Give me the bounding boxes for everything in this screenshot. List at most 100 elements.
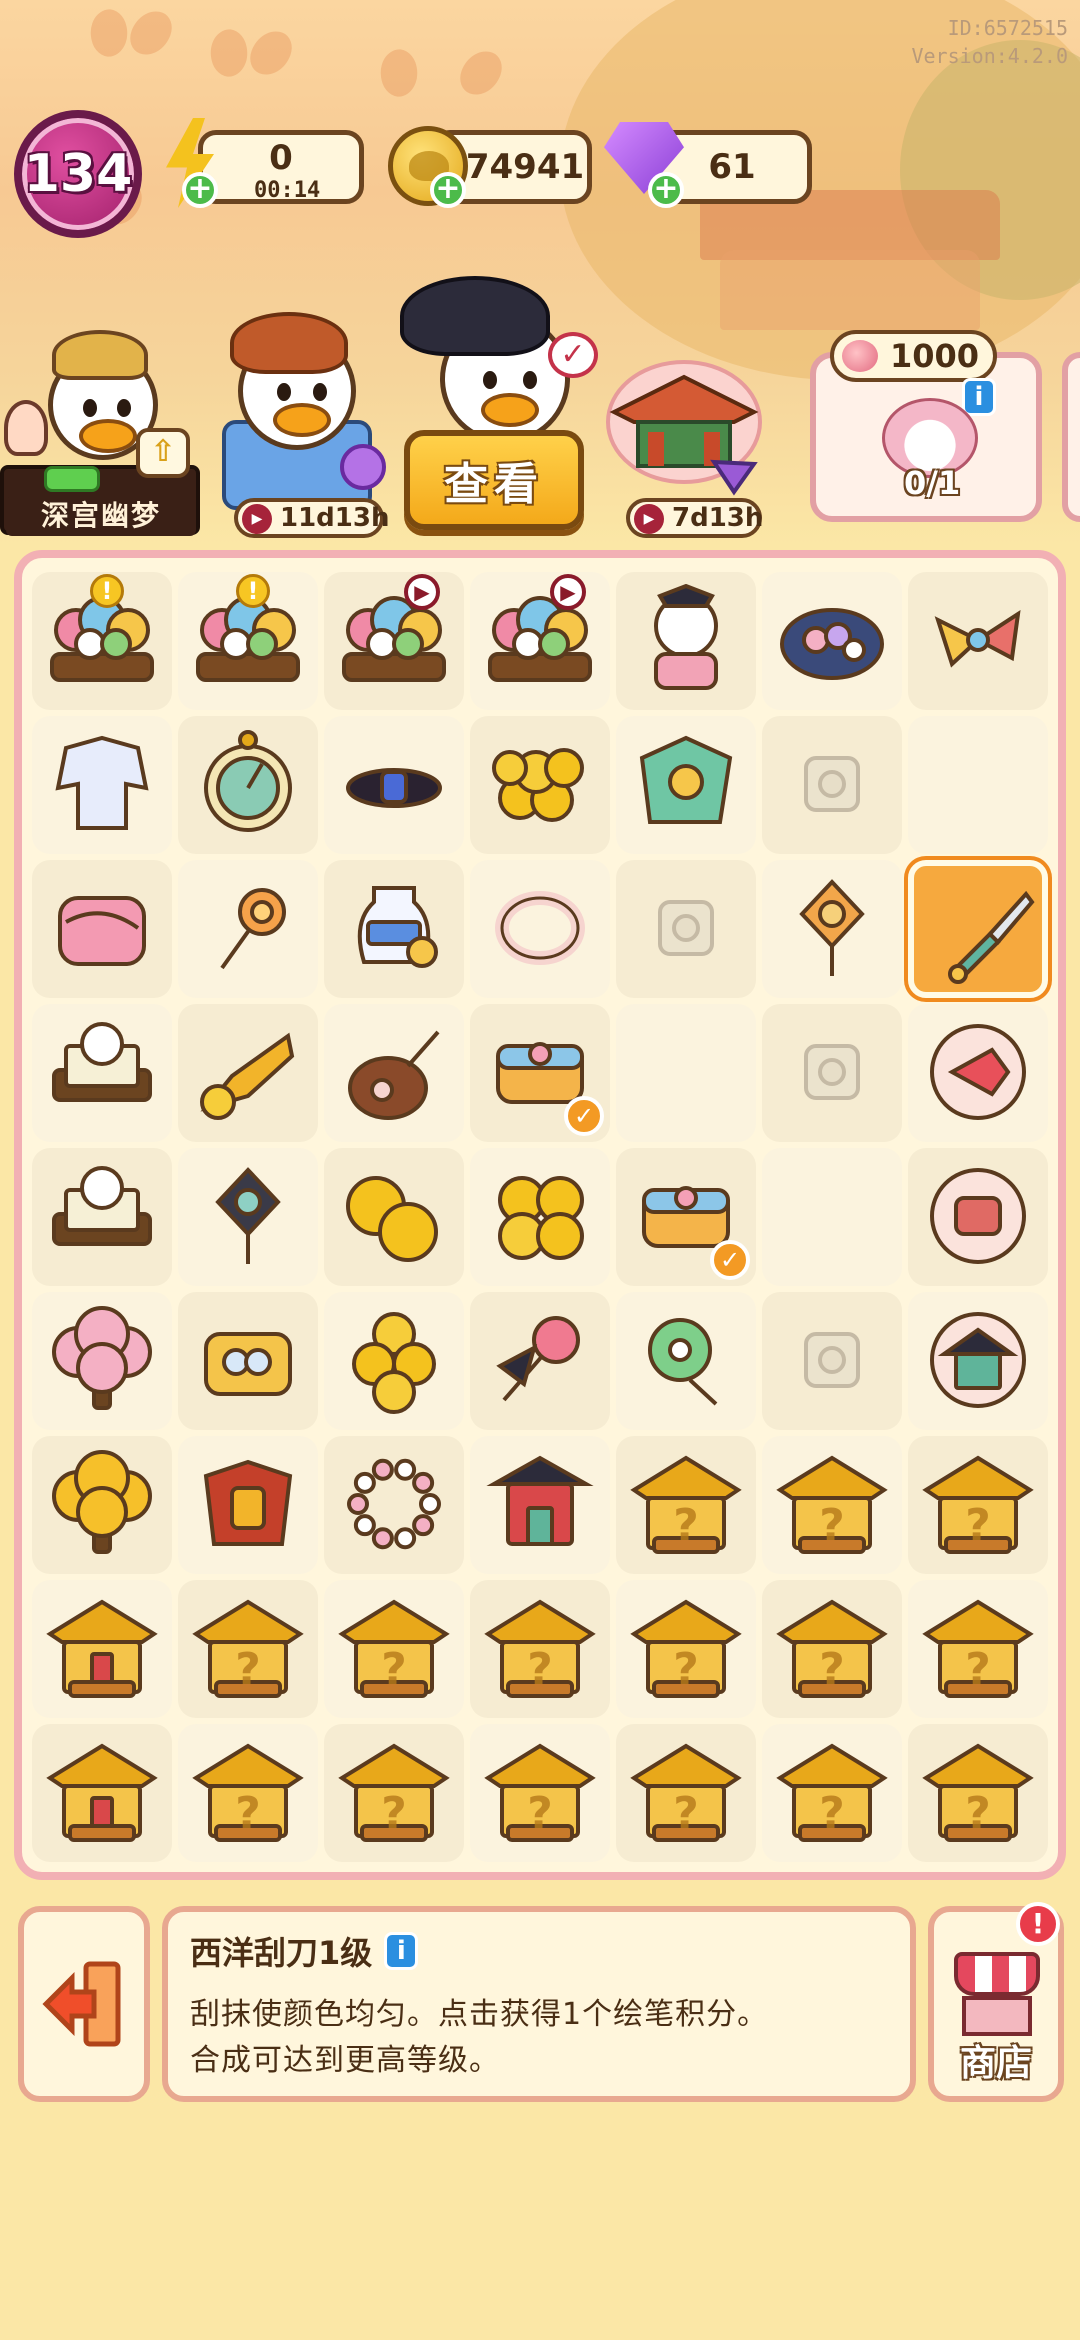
event-card[interactable]: 1000 i 0/1 xyxy=(810,330,1042,522)
board-cell[interactable] xyxy=(178,1004,318,1142)
svg-text:?: ? xyxy=(235,1644,261,1695)
board-cell[interactable] xyxy=(616,1004,756,1142)
event-info-button[interactable]: i xyxy=(962,378,996,416)
board-cell[interactable] xyxy=(762,572,902,710)
board-cell[interactable]: ? xyxy=(908,1724,1048,1862)
board-cell[interactable] xyxy=(324,1292,464,1430)
mystery-palace-icon: ? xyxy=(922,1455,1034,1554)
scholar-hat xyxy=(52,330,148,380)
shop-button[interactable]: 商店 ! xyxy=(928,1902,1064,2102)
board-cell[interactable] xyxy=(324,860,464,998)
board-cell[interactable] xyxy=(32,860,172,998)
board-cell[interactable] xyxy=(324,1436,464,1574)
board-cell[interactable]: ! xyxy=(32,572,172,710)
board-cell[interactable]: ▶ xyxy=(470,572,610,710)
pavilion-icon[interactable] xyxy=(604,352,764,502)
board-cell[interactable] xyxy=(470,1436,610,1574)
board-cell[interactable] xyxy=(908,860,1048,998)
board-cell[interactable]: ? xyxy=(470,1724,610,1862)
mystery-palace-icon: ? xyxy=(776,1455,888,1554)
board-cell[interactable] xyxy=(178,1148,318,1286)
board-cell[interactable] xyxy=(324,1004,464,1142)
energy-value: 0 xyxy=(269,138,293,178)
board-cell[interactable] xyxy=(616,860,756,998)
svg-text:?: ? xyxy=(819,1500,845,1551)
board-cell[interactable] xyxy=(178,1436,318,1574)
board-cell[interactable] xyxy=(470,1292,610,1430)
item-desc-line2: 合成可达到更高等级。 xyxy=(190,2043,500,2078)
svg-text:?: ? xyxy=(965,1788,991,1839)
svg-text:?: ? xyxy=(819,1788,845,1839)
board-cell[interactable] xyxy=(32,1580,172,1718)
board-cell[interactable]: ? xyxy=(470,1580,610,1718)
exit-button[interactable] xyxy=(18,1906,150,2102)
board-cell[interactable]: ? xyxy=(762,1436,902,1574)
energy-plus-button[interactable]: + xyxy=(182,172,218,208)
jade-box-icon xyxy=(930,1168,1026,1264)
board-cell[interactable] xyxy=(32,1004,172,1142)
level-badge[interactable]: 134 xyxy=(14,110,142,238)
board-cell[interactable] xyxy=(324,1148,464,1286)
coin-plus-button[interactable]: + xyxy=(430,172,466,208)
board-cell[interactable] xyxy=(470,1148,610,1286)
board-cell[interactable]: ? xyxy=(178,1724,318,1862)
board-cell[interactable] xyxy=(908,1004,1048,1142)
beak xyxy=(481,393,539,427)
board-cell[interactable] xyxy=(908,572,1048,710)
upgrade-arrow-icon[interactable]: ⇧ xyxy=(136,428,190,478)
board-cell[interactable]: ? xyxy=(616,1724,756,1862)
board-cell[interactable] xyxy=(762,1292,902,1430)
view-button[interactable]: 查看 xyxy=(404,430,584,530)
warrior-armor-icon xyxy=(203,1459,293,1546)
pavilion-timer: 7d13h xyxy=(626,498,763,538)
item-info-button[interactable]: i xyxy=(384,1932,419,1970)
embroidery-frame-icon xyxy=(52,1166,152,1246)
board-cell[interactable] xyxy=(470,860,610,998)
board-cell[interactable] xyxy=(762,1004,902,1142)
mystery-palace-icon: ? xyxy=(630,1455,742,1554)
heart-check-icon: ✓ xyxy=(548,332,598,378)
board-cell[interactable]: ? xyxy=(762,1724,902,1862)
board-cell[interactable]: ? xyxy=(908,1436,1048,1574)
board-cell[interactable]: ✓ xyxy=(616,1148,756,1286)
board-cell[interactable] xyxy=(178,716,318,854)
next-event-card[interactable] xyxy=(1062,352,1080,522)
board-cell[interactable]: ▶ xyxy=(324,572,464,710)
alert-badge: ! xyxy=(236,574,270,608)
board-cell[interactable]: ? xyxy=(908,1580,1048,1718)
board-cell[interactable]: ? xyxy=(616,1436,756,1574)
board-cell[interactable] xyxy=(616,572,756,710)
shop-alert-badge: ! xyxy=(1016,1902,1060,1946)
board-cell[interactable] xyxy=(470,716,610,854)
board-cell[interactable] xyxy=(616,1292,756,1430)
board-cell[interactable]: ? xyxy=(178,1580,318,1718)
board-cell[interactable]: ? xyxy=(324,1580,464,1718)
board-cell[interactable] xyxy=(908,716,1048,854)
mystery-palace-icon: ? xyxy=(192,1599,304,1698)
build-info: ID:6572515 Version:4.2.0 xyxy=(911,14,1068,70)
board-cell[interactable] xyxy=(908,1148,1048,1286)
locked-icon xyxy=(804,1044,860,1100)
gem-plus-button[interactable]: + xyxy=(648,172,684,208)
board-cell[interactable] xyxy=(32,716,172,854)
board-cell[interactable] xyxy=(762,860,902,998)
board-cell[interactable] xyxy=(32,1148,172,1286)
board-cell[interactable] xyxy=(324,716,464,854)
board-cell[interactable]: ? xyxy=(616,1580,756,1718)
board-cell[interactable] xyxy=(908,1292,1048,1430)
board-cell[interactable]: ✓ xyxy=(470,1004,610,1142)
board-cell[interactable] xyxy=(762,716,902,854)
board-cell[interactable] xyxy=(178,860,318,998)
coin-stack-icon xyxy=(498,1176,584,1260)
board-cell[interactable]: ! xyxy=(178,572,318,710)
board-cell[interactable]: ? xyxy=(762,1580,902,1718)
merchant-hair xyxy=(230,312,348,374)
mystery-palace-icon: ? xyxy=(630,1743,742,1842)
board-cell[interactable] xyxy=(32,1292,172,1430)
board-cell[interactable] xyxy=(32,1724,172,1862)
board-cell[interactable] xyxy=(178,1292,318,1430)
board-cell[interactable] xyxy=(616,716,756,854)
board-cell[interactable]: ? xyxy=(324,1724,464,1862)
board-cell[interactable] xyxy=(762,1148,902,1286)
board-cell[interactable] xyxy=(32,1436,172,1574)
